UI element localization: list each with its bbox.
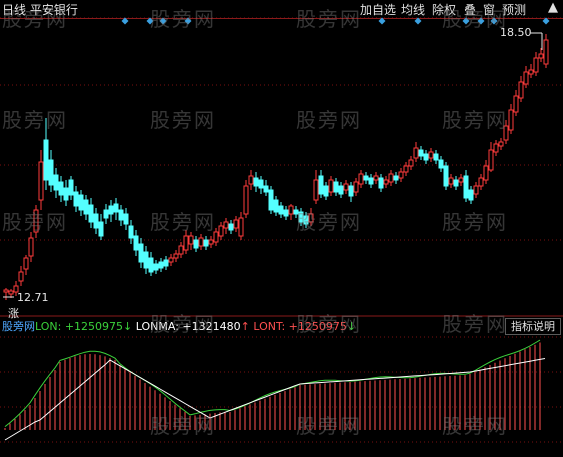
lont-value: LONT: +1250975 [253,320,347,333]
lont-arrow-icon: ↓ [346,320,357,333]
lonma-value: LONMA: +1321480 [135,320,241,333]
lon-arrow-icon: ↓ [123,320,133,333]
indicator-name[interactable]: 股旁网 [2,320,35,333]
indicator-help-button[interactable]: 指标说明 [505,318,561,335]
lon-indicator-chart[interactable] [0,0,563,457]
lon-value: LON: +1250975 [35,320,124,333]
lonma-arrow-icon: ↑ [240,320,250,333]
indicator-legend: 股旁网LON: +1250975↓ LONMA: +1321480↑ LONT:… [2,318,356,334]
lont-bars [4,342,541,430]
